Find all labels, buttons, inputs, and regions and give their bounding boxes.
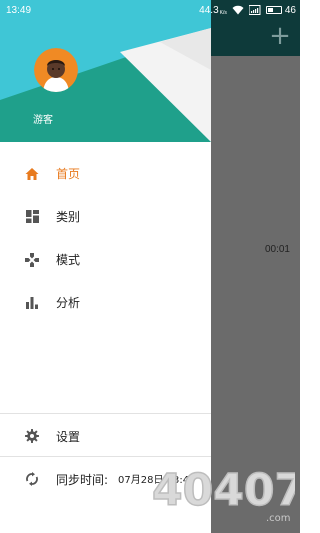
nav-label-analysis: 分析 xyxy=(56,296,81,310)
nav-item-mode[interactable]: 模式 xyxy=(0,238,211,281)
add-button[interactable]: + xyxy=(268,23,292,49)
wifi-icon xyxy=(232,5,244,15)
bar-chart-icon xyxy=(24,295,40,311)
svg-text:.com: .com xyxy=(266,513,291,524)
home-icon xyxy=(24,166,40,182)
dashboard-icon xyxy=(24,209,40,225)
signal-icon xyxy=(248,5,261,15)
sync-label: 同步时间: xyxy=(56,473,109,487)
nav-label-mode: 模式 xyxy=(56,253,81,267)
battery-icon xyxy=(265,6,282,14)
svg-text:40407: 40407 xyxy=(152,465,295,516)
drawer-nav: 首页 类别 模式 分析 xyxy=(0,152,211,324)
username-label: 游客 xyxy=(33,115,53,126)
settings-item[interactable]: 设置 xyxy=(0,416,211,456)
nav-label-category: 类别 xyxy=(56,210,81,224)
header-background xyxy=(0,0,211,142)
nav-item-analysis[interactable]: 分析 xyxy=(0,281,211,324)
status-time: 13:49 xyxy=(6,4,32,16)
sync-icon xyxy=(24,471,40,487)
network-speed: 44.3 K/s xyxy=(199,4,227,16)
navigation-drawer: 游客 首页 类别 模式 分析 设置 同步时间: 07月28日 13:49 xyxy=(0,0,211,533)
status-indicators: 44.3 K/s 46 xyxy=(199,5,296,16)
drawer-header: 游客 xyxy=(0,0,211,142)
nav-item-category[interactable]: 类别 xyxy=(0,195,211,238)
watermark-logo: 40407 .com xyxy=(151,464,295,524)
nav-item-home[interactable]: 首页 xyxy=(0,152,211,195)
avatar[interactable] xyxy=(34,48,78,92)
battery-level: 46 xyxy=(284,4,296,16)
settings-label: 设置 xyxy=(56,430,81,444)
gear-icon xyxy=(24,428,40,444)
timer-display: 00:01 xyxy=(264,244,290,255)
status-bar: 13:49 44.3 K/s 46 xyxy=(0,0,300,20)
battery-indicator: 46 xyxy=(265,4,296,16)
nav-label-home: 首页 xyxy=(56,167,81,181)
gamepad-icon xyxy=(24,252,40,268)
drawer-divider-top xyxy=(0,413,211,414)
